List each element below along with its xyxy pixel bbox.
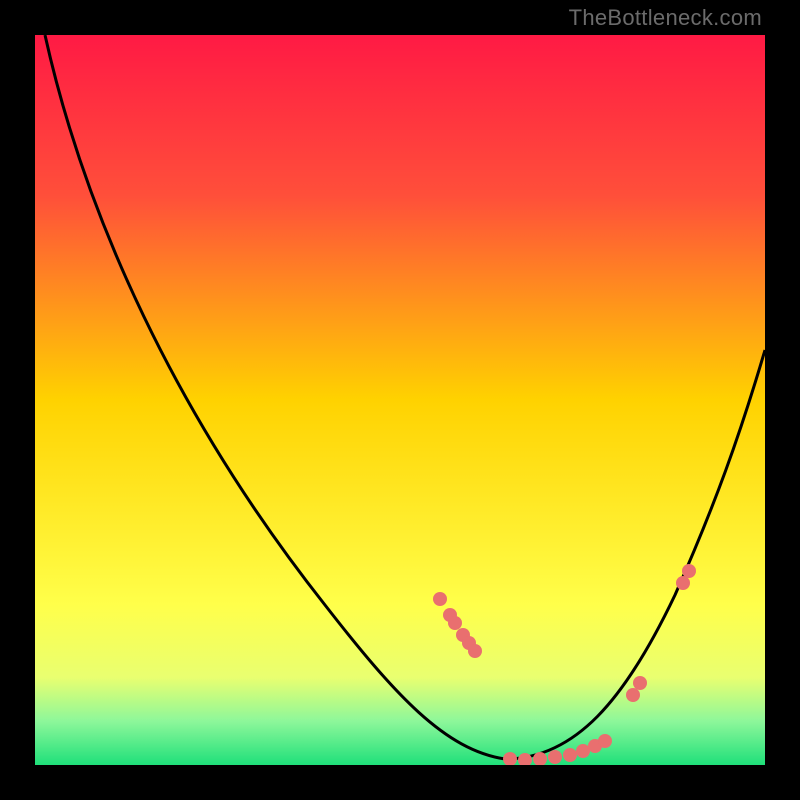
data-point	[626, 688, 640, 702]
data-point	[563, 748, 577, 762]
data-point	[548, 750, 562, 764]
curve-points	[433, 564, 696, 765]
data-point	[676, 576, 690, 590]
data-point	[598, 734, 612, 748]
bottleneck-curve	[35, 35, 765, 765]
data-point	[576, 744, 590, 758]
curve-line	[45, 35, 765, 759]
chart-stage: TheBottleneck.com	[0, 0, 800, 800]
data-point	[468, 644, 482, 658]
attribution-label: TheBottleneck.com	[569, 5, 762, 31]
data-point	[633, 676, 647, 690]
data-point	[433, 592, 447, 606]
data-point	[448, 616, 462, 630]
data-point	[682, 564, 696, 578]
data-point	[503, 752, 517, 765]
plot-area	[35, 35, 765, 765]
